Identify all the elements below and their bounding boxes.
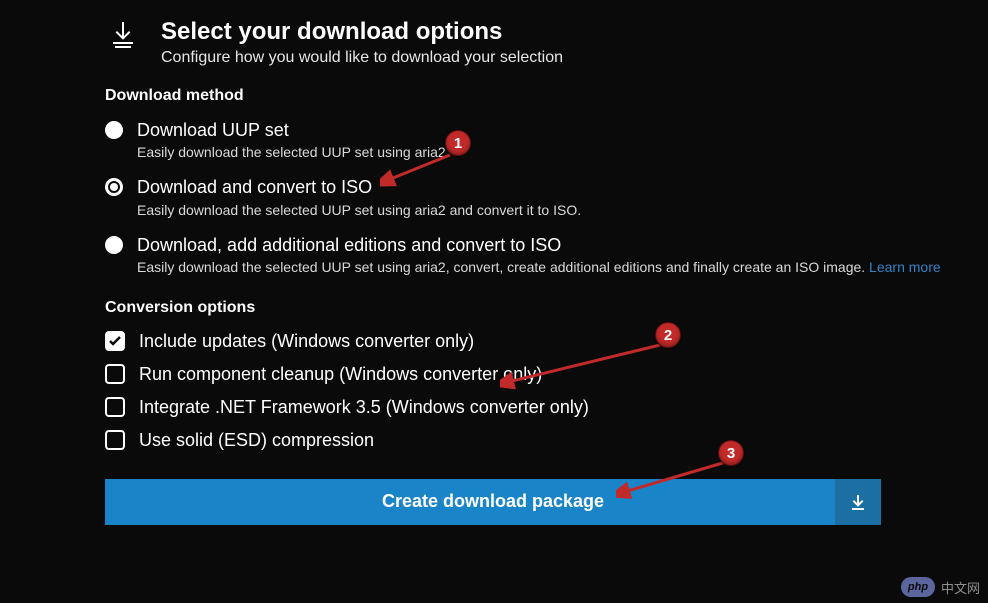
button-label: Create download package bbox=[105, 491, 881, 512]
checkbox-icon bbox=[105, 397, 125, 417]
download-method-title: Download method bbox=[105, 87, 975, 105]
page-header: Select your download options Configure h… bbox=[105, 18, 975, 67]
checkbox-label: Use solid (ESD) compression bbox=[139, 430, 374, 451]
checkbox-icon bbox=[105, 364, 125, 384]
checkbox-label: Integrate .NET Framework 3.5 (Windows co… bbox=[139, 397, 589, 418]
checkbox-integrate-net[interactable]: Integrate .NET Framework 3.5 (Windows co… bbox=[105, 391, 975, 424]
radio-icon bbox=[105, 121, 123, 139]
watermark: 中文网 bbox=[901, 577, 980, 597]
radio-icon bbox=[105, 236, 123, 254]
radio-label: Download, add additional editions and co… bbox=[137, 234, 941, 257]
radio-icon bbox=[105, 178, 123, 196]
checkbox-label: Include updates (Windows converter only) bbox=[139, 331, 474, 352]
radio-download-uup-set[interactable]: Download UUP set Easily download the sel… bbox=[105, 113, 975, 170]
learn-more-link[interactable]: Learn more bbox=[869, 259, 941, 275]
page-title: Select your download options bbox=[161, 18, 563, 47]
checkbox-label: Run component cleanup (Windows converter… bbox=[139, 364, 542, 385]
checkbox-icon bbox=[105, 331, 125, 351]
page-subtitle: Configure how you would like to download… bbox=[161, 49, 563, 67]
watermark-text: 中文网 bbox=[941, 578, 980, 597]
create-download-package-button[interactable]: Create download package bbox=[105, 479, 881, 525]
radio-label: Download and convert to ISO bbox=[137, 176, 581, 199]
checkbox-include-updates[interactable]: Include updates (Windows converter only) bbox=[105, 325, 975, 358]
annotation-badge-1: 1 bbox=[445, 130, 471, 156]
annotation-badge-3: 3 bbox=[718, 440, 744, 466]
radio-description: Easily download the selected UUP set usi… bbox=[137, 202, 581, 218]
radio-description: Easily download the selected UUP set usi… bbox=[137, 259, 941, 275]
php-logo-icon bbox=[901, 577, 935, 597]
annotation-badge-2: 2 bbox=[655, 322, 681, 348]
checkbox-icon bbox=[105, 430, 125, 450]
checkbox-esd-compression[interactable]: Use solid (ESD) compression bbox=[105, 424, 975, 457]
radio-label: Download UUP set bbox=[137, 119, 446, 142]
radio-download-convert-iso[interactable]: Download and convert to ISO Easily downl… bbox=[105, 170, 975, 227]
download-icon bbox=[105, 20, 141, 54]
download-icon bbox=[835, 479, 881, 525]
radio-description: Easily download the selected UUP set usi… bbox=[137, 144, 446, 160]
checkbox-component-cleanup[interactable]: Run component cleanup (Windows converter… bbox=[105, 358, 975, 391]
conversion-options-title: Conversion options bbox=[105, 299, 975, 317]
radio-download-additional-iso[interactable]: Download, add additional editions and co… bbox=[105, 228, 975, 285]
